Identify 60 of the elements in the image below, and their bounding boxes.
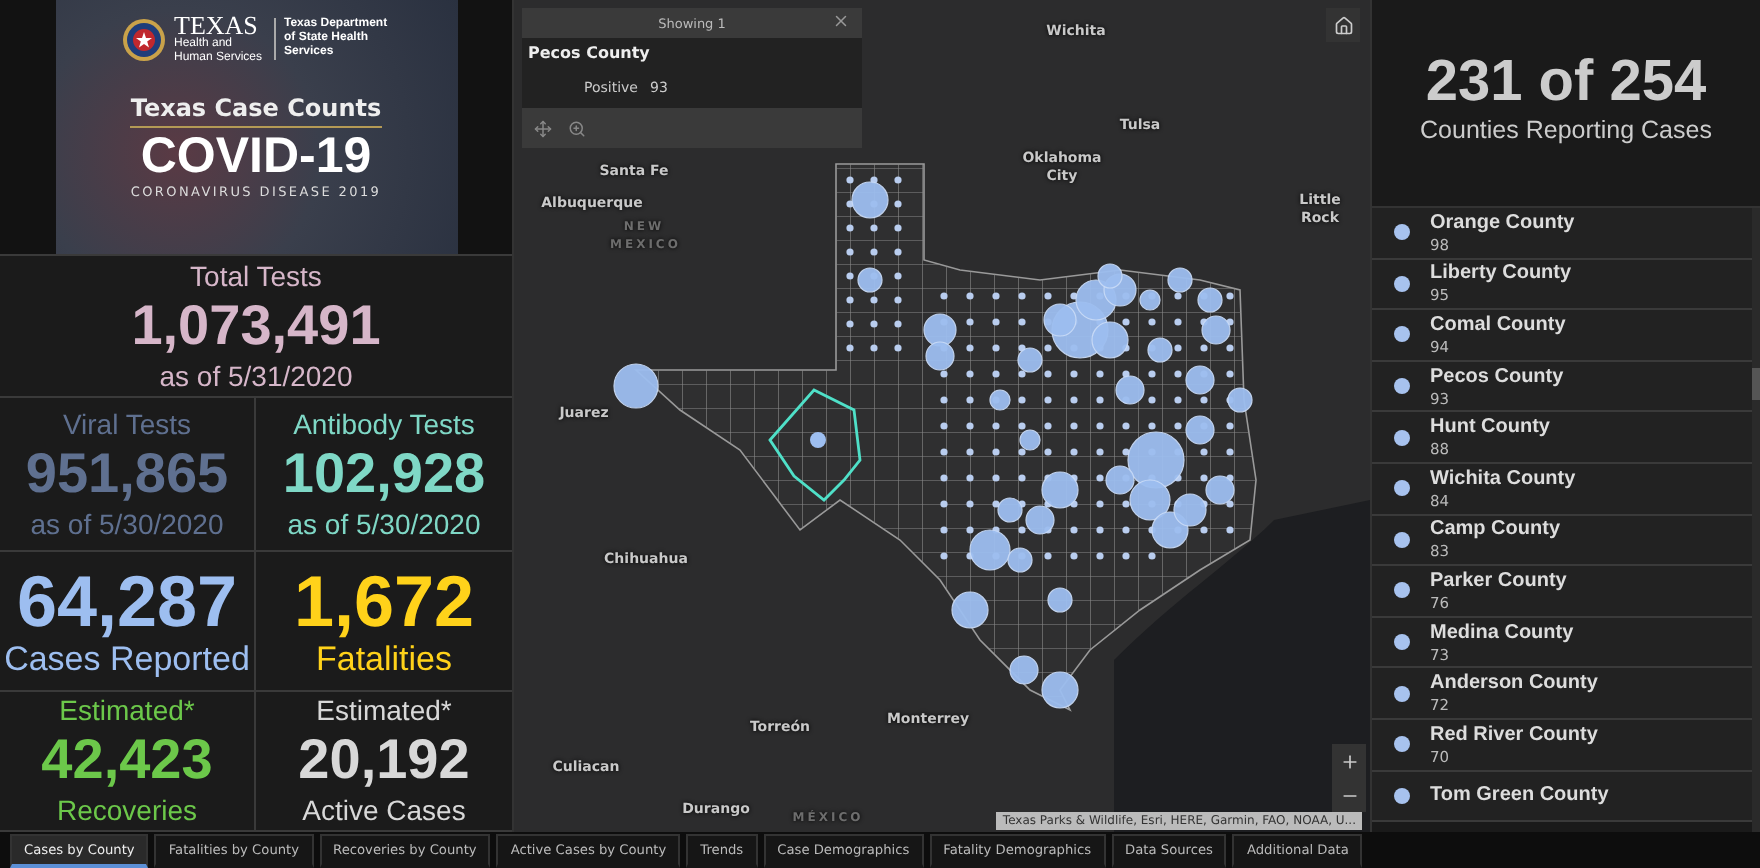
county-dot-icon (1394, 685, 1410, 702)
county-name: Parker County (1430, 569, 1567, 594)
stat-value: 1,073,491 (131, 294, 381, 358)
stat-value: 20,192 (298, 728, 470, 792)
stat-value: 102,928 (282, 441, 486, 505)
stat-label: Estimated* (316, 692, 452, 728)
zoom-out-button[interactable] (1332, 778, 1366, 812)
counties-count: 231 of 254 (1425, 47, 1707, 115)
map-view[interactable] (514, 0, 1370, 832)
stat-value: 42,423 (41, 728, 213, 792)
stat-caption: as of 5/31/2020 (159, 358, 353, 394)
plus-icon[interactable] (1339, 751, 1359, 771)
home-icon[interactable] (1333, 15, 1353, 35)
county-dot-icon (1394, 275, 1410, 292)
state-seal-icon (122, 17, 166, 61)
county-dot-icon (1394, 736, 1410, 753)
stat-value: 951,865 (25, 441, 229, 505)
banner-title: Texas Case Counts (130, 94, 382, 128)
stat-label: Antibody Tests (293, 405, 475, 441)
counties-caption: Counties Reporting Cases (1420, 115, 1712, 143)
stat-value: 64,287 (16, 564, 238, 640)
stat-label: Estimated* (59, 692, 195, 728)
stat-caption: Fatalities (315, 640, 453, 678)
close-button[interactable] (832, 12, 850, 30)
county-dot-icon (1394, 531, 1410, 548)
agency-name: TEXAS (174, 12, 260, 38)
county-dot-icon (1394, 582, 1410, 599)
home-button[interactable] (1326, 8, 1360, 42)
popup-title: Pecos County (528, 44, 652, 62)
county-dot-icon (1394, 429, 1410, 446)
county-dot-icon (1394, 224, 1410, 241)
stat-caption: Recoveries (56, 792, 198, 830)
stat-caption: Active Cases (302, 792, 466, 830)
stat-label: Viral Tests (62, 405, 192, 441)
county-name: Wichita County (1430, 467, 1576, 492)
county-dot-icon (1394, 326, 1410, 343)
county-name: Camp County (1430, 518, 1560, 543)
county-name: Red River County (1430, 723, 1598, 748)
county-name: Tom Green County (1430, 783, 1609, 808)
county-list-item[interactable]: Tom Green County (1372, 771, 1752, 823)
zoom-in-button[interactable] (1332, 744, 1366, 778)
county-name: Comal County (1430, 313, 1566, 338)
stat-caption: Cases Reported (4, 640, 250, 678)
county-dot-icon (1394, 480, 1410, 497)
county-name: Orange County (1430, 211, 1575, 236)
stat-caption: as of 5/30/2020 (287, 505, 481, 543)
county-name: Medina County (1430, 621, 1574, 646)
county-dot-icon (1394, 787, 1410, 804)
stat-caption: as of 5/30/2020 (30, 505, 224, 543)
county-name: Pecos County (1430, 365, 1564, 390)
county-name: Anderson County (1430, 672, 1598, 697)
pan-button[interactable] (534, 119, 552, 137)
county-name: Liberty County (1430, 262, 1572, 287)
county-dot-icon (1394, 378, 1410, 395)
banner-headline: COVID-19 (140, 128, 372, 184)
county-name: Hunt County (1430, 416, 1550, 441)
stat-value: 1,672 (293, 564, 475, 640)
zoom-to-button[interactable] (568, 119, 586, 137)
stat-label: Total Tests (190, 258, 322, 294)
county-dot-icon (1394, 634, 1410, 651)
